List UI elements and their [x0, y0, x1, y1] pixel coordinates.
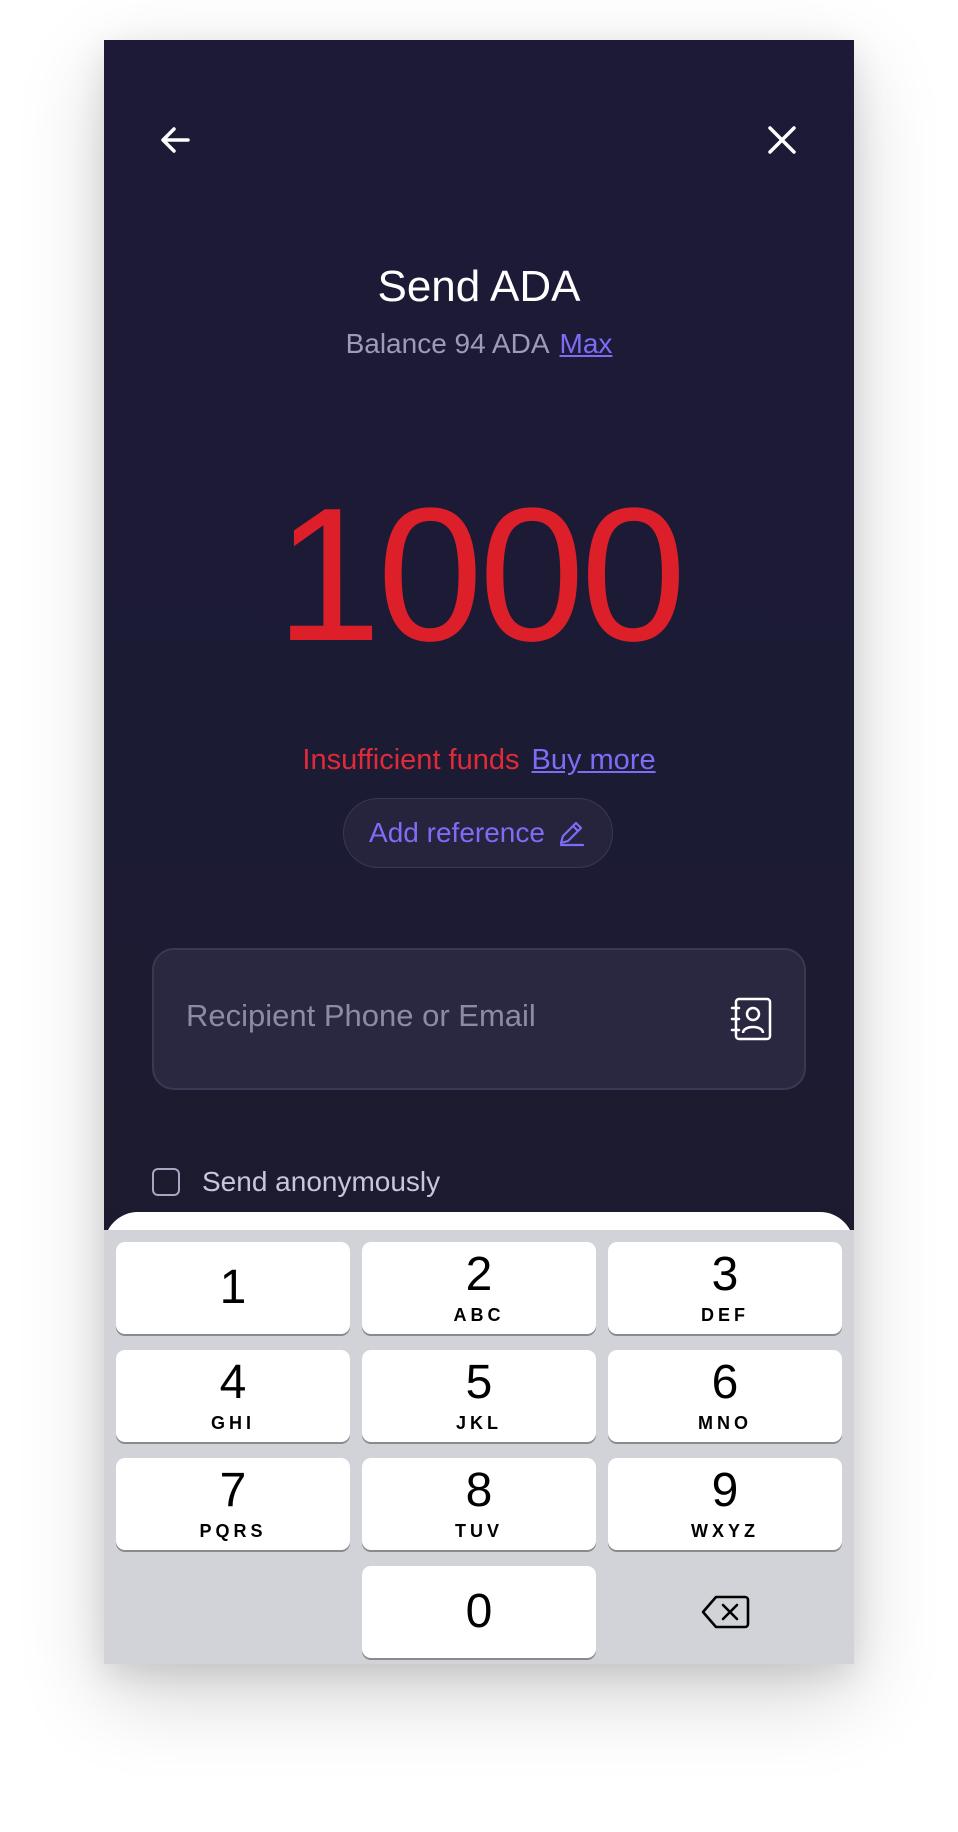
recipient-placeholder: Recipient Phone or Email [186, 998, 536, 1033]
key-digit: 7 [219, 1463, 247, 1517]
contacts-button[interactable] [730, 996, 774, 1047]
send-anonymously-label: Send anonymously [202, 1166, 441, 1197]
page-title: Send ADA [377, 262, 581, 311]
key-letters: MNO [698, 1412, 752, 1433]
key-3[interactable]: 3 DEF [608, 1242, 842, 1334]
send-anonymously-row: Send anonymously [152, 1166, 440, 1198]
insufficient-funds-text: Insufficient funds [302, 744, 520, 776]
key-digit: 2 [465, 1247, 493, 1301]
key-digit: 4 [219, 1355, 247, 1409]
key-digit: 9 [711, 1463, 739, 1517]
key-digit: 6 [711, 1355, 739, 1409]
key-8[interactable]: 8 TUV [362, 1458, 596, 1550]
contact-book-icon [730, 997, 772, 1041]
key-9[interactable]: 9 WXYZ [608, 1458, 842, 1550]
balance-text: Balance 94 ADA [345, 328, 550, 359]
amount-display: 1000 [275, 469, 687, 681]
pencil-icon [559, 821, 585, 847]
key-letters: WXYZ [691, 1520, 759, 1541]
key-7[interactable]: 7 PQRS [116, 1458, 350, 1550]
balance-row: Balance 94 ADA Max [104, 328, 854, 360]
key-letters: ABC [453, 1304, 505, 1325]
max-link[interactable]: Max [560, 328, 613, 359]
key-letters: JKL [455, 1412, 502, 1433]
key-digit: 1 [219, 1261, 247, 1314]
key-6[interactable]: 6 MNO [608, 1350, 842, 1442]
back-button[interactable] [148, 112, 204, 168]
key-1[interactable]: 1 [116, 1242, 350, 1334]
key-digit: 0 [465, 1585, 493, 1638]
key-letters: GHI [210, 1412, 255, 1433]
key-0[interactable]: 0 [362, 1566, 596, 1658]
delete-key[interactable] [608, 1566, 842, 1658]
key-digit: 8 [465, 1463, 493, 1517]
key-digit: 5 [465, 1355, 493, 1409]
buy-more-link[interactable]: Buy more [532, 744, 656, 776]
key-digit: 3 [711, 1247, 739, 1301]
backspace-icon [701, 1595, 750, 1629]
funds-row: Insufficient funds Buy more [104, 744, 854, 777]
numeric-keypad: 1 2 ABC 3 DEF 4 GHI 5 JKL 6 MNO 7 PQRS 8 [104, 1230, 854, 1664]
key-4[interactable]: 4 GHI [116, 1350, 350, 1442]
send-anonymously-checkbox[interactable] [152, 1168, 180, 1196]
key-letters: TUV [455, 1520, 503, 1541]
key-letters: DEF [701, 1304, 749, 1325]
key-letters: PQRS [199, 1520, 267, 1541]
add-reference-label: Add reference [369, 817, 545, 848]
send-screen: Send ADA Balance 94 ADA Max 1000 Insuffic… [104, 40, 854, 1664]
recipient-field[interactable]: Recipient Phone or Email [152, 948, 806, 1090]
key-2[interactable]: 2 ABC [362, 1242, 596, 1334]
arrow-left-icon [161, 127, 190, 153]
close-icon [768, 126, 796, 154]
add-reference-button[interactable]: Add reference [343, 798, 613, 868]
key-5[interactable]: 5 JKL [362, 1350, 596, 1442]
close-button[interactable] [754, 112, 810, 168]
